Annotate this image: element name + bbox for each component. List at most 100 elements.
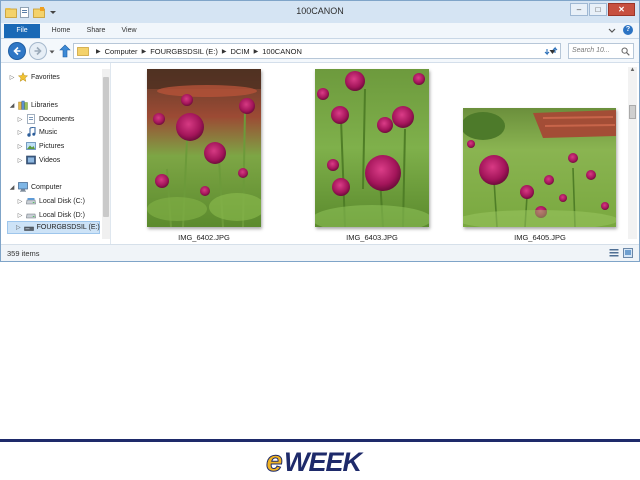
expand-arrow-icon[interactable]: ▷	[17, 198, 23, 205]
nav-favorites[interactable]: ▷ Favorites	[9, 71, 60, 83]
nav-libraries-label: Libraries	[31, 101, 58, 109]
nav-drive-e[interactable]: ▷ FOURGBSDSIL (E:)	[7, 221, 100, 234]
explorer-window: 100CANON – □ ✕ File Home Share View ? ▶ …	[0, 0, 640, 262]
expand-arrow-icon[interactable]: ▷	[9, 74, 15, 81]
breadcrumb-100canon[interactable]: 100CANON	[262, 47, 302, 56]
chevron-down-icon[interactable]	[607, 26, 617, 36]
forward-button[interactable]	[29, 42, 47, 60]
nav-music[interactable]: ▷ Music	[17, 126, 57, 138]
window-title: 100CANON	[296, 6, 344, 16]
documents-icon	[26, 114, 36, 124]
navigation-bar: ▶ Computer ▶ FOURGBSDSIL (E:) ▶ DCIM ▶ 1…	[1, 39, 639, 63]
refresh-icon[interactable]	[544, 45, 558, 57]
up-arrow-icon[interactable]	[59, 44, 71, 58]
nav-drive-d[interactable]: ▷ Local Disk (D:)	[17, 209, 85, 221]
file-thumbnail-img-6405[interactable]	[463, 108, 616, 227]
navigation-scrollbar[interactable]	[102, 69, 110, 239]
nav-drive-e-label: FOURGBSDSIL (E:)	[36, 224, 100, 231]
tab-view[interactable]: View	[115, 24, 143, 38]
ribbon-tabs: File Home Share View ?	[1, 23, 639, 39]
breadcrumb-separator-icon[interactable]: ▶	[254, 48, 259, 55]
item-count: 359 items	[7, 249, 40, 258]
minimize-button[interactable]: –	[570, 3, 588, 16]
status-bar: 359 items	[1, 244, 639, 261]
nav-drive-c[interactable]: ▷ Local Disk (C:)	[17, 195, 85, 207]
expand-arrow-icon[interactable]: ▷	[17, 157, 23, 164]
expand-arrow-icon[interactable]: ▷	[17, 129, 23, 136]
expand-arrow-icon[interactable]: ▷	[17, 212, 23, 219]
breadcrumb-separator-icon[interactable]: ▶	[222, 48, 227, 55]
search-icon[interactable]	[621, 47, 630, 56]
file-list-scrollbar[interactable]: ▲	[628, 67, 637, 239]
expand-arrow-icon[interactable]: ▷	[17, 116, 23, 123]
close-button[interactable]: ✕	[608, 3, 635, 16]
arrow-left-icon	[13, 46, 21, 56]
svg-text:WEEK: WEEK	[284, 447, 365, 477]
pictures-icon	[26, 141, 36, 151]
library-icon	[18, 100, 28, 110]
tab-file[interactable]: File	[4, 24, 40, 38]
breadcrumb-dcim[interactable]: DCIM	[230, 47, 249, 56]
collapse-arrow-icon[interactable]: ◢	[9, 102, 15, 109]
breadcrumb-separator-icon[interactable]: ▶	[142, 48, 147, 55]
content-area: ▷ Favorites ◢ Libraries ▷ Documents ▷ Mu…	[1, 63, 639, 244]
maximize-button[interactable]: □	[589, 3, 607, 16]
tab-home[interactable]: Home	[45, 24, 77, 38]
help-icon[interactable]: ?	[623, 25, 633, 35]
scroll-up-icon[interactable]: ▲	[628, 67, 637, 75]
file-thumbnail-img-6403[interactable]	[315, 69, 429, 227]
computer-icon	[18, 182, 28, 192]
star-icon	[17, 71, 29, 82]
search-placeholder: Search 10...	[572, 47, 610, 54]
hard-drive-icon	[26, 210, 36, 220]
flower-photo-image	[463, 108, 616, 227]
address-bar[interactable]: ▶ Computer ▶ FOURGBSDSIL (E:) ▶ DCIM ▶ 1…	[73, 43, 561, 59]
nav-documents-label: Documents	[39, 115, 75, 123]
svg-text:e: e	[266, 445, 283, 477]
nav-pictures[interactable]: ▷ Pictures	[17, 140, 64, 152]
nav-pictures-label: Pictures	[39, 142, 65, 150]
collapse-arrow-icon[interactable]: ◢	[9, 184, 15, 191]
flower-photo-image	[147, 69, 261, 227]
nav-videos-label: Videos	[39, 156, 61, 164]
title-bar: 100CANON – □ ✕	[1, 1, 639, 23]
recent-locations-icon[interactable]	[49, 48, 55, 54]
large-icons-view-icon[interactable]	[623, 248, 633, 258]
scrollbar-thumb[interactable]	[103, 77, 109, 217]
nav-favorites-label: Favorites	[31, 73, 60, 81]
nav-documents[interactable]: ▷ Documents	[17, 113, 74, 125]
music-icon	[26, 126, 36, 137]
nav-videos[interactable]: ▷ Videos	[17, 154, 60, 166]
arrow-right-icon	[34, 46, 42, 56]
expand-arrow-icon[interactable]: ▷	[17, 143, 23, 150]
file-name[interactable]: IMG_6402.JPG	[144, 233, 264, 242]
breadcrumb: ▶ Computer ▶ FOURGBSDSIL (E:) ▶ DCIM ▶ 1…	[92, 44, 302, 58]
hard-drive-icon	[26, 196, 36, 206]
navigation-pane: ▷ Favorites ◢ Libraries ▷ Documents ▷ Mu…	[1, 63, 111, 244]
search-input[interactable]: Search 10...	[568, 43, 634, 59]
file-name[interactable]: IMG_6403.JPG	[312, 233, 432, 242]
nav-computer-label: Computer	[31, 183, 62, 191]
file-list: IMG_6402.JPG IMG_6403.JPG IMG_6405.JPG ▲	[112, 63, 639, 244]
videos-icon	[26, 155, 36, 165]
file-thumbnail-img-6402[interactable]	[147, 69, 261, 227]
back-button[interactable]	[8, 42, 26, 60]
file-name[interactable]: IMG_6405.JPG	[480, 233, 600, 242]
nav-computer[interactable]: ◢ Computer	[9, 181, 62, 193]
nav-drive-c-label: Local Disk (C:)	[39, 197, 85, 205]
nav-libraries[interactable]: ◢ Libraries	[9, 99, 58, 111]
footer-divider	[0, 439, 640, 442]
expand-arrow-icon[interactable]: ▷	[16, 224, 21, 231]
nav-music-label: Music	[39, 128, 58, 136]
nav-drive-d-label: Local Disk (D:)	[39, 211, 85, 219]
breadcrumb-separator-icon[interactable]: ▶	[96, 48, 101, 55]
eweek-logo: e WEEK	[262, 443, 378, 479]
details-view-icon[interactable]	[609, 248, 619, 258]
breadcrumb-drive[interactable]: FOURGBSDSIL (E:)	[150, 47, 218, 56]
scrollbar-thumb[interactable]	[629, 105, 636, 119]
folder-icon	[77, 46, 89, 56]
removable-drive-icon	[23, 223, 34, 233]
tab-share[interactable]: Share	[81, 24, 111, 38]
window-controls: – □ ✕	[570, 3, 635, 16]
breadcrumb-computer[interactable]: Computer	[105, 47, 138, 56]
